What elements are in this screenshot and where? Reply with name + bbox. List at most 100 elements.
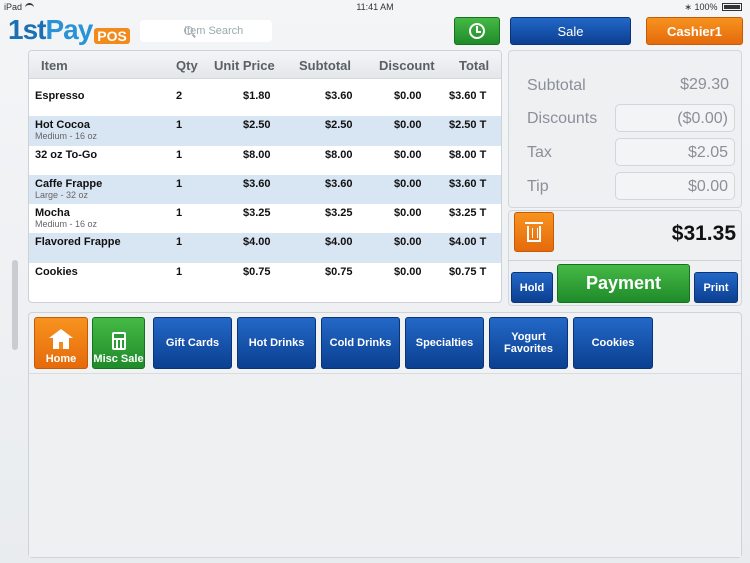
search-input[interactable]: Item Search bbox=[140, 20, 272, 42]
cashier-button[interactable]: Cashier1 bbox=[646, 17, 743, 45]
item-modifier: Medium - 16 oz bbox=[35, 219, 98, 230]
category-yogurt-favorites[interactable]: Yogurt Favorites bbox=[489, 317, 568, 369]
table-row[interactable]: Flavored Frappe 1 $4.00 $4.00 $0.00 $4.0… bbox=[29, 233, 501, 263]
item-qty: 2 bbox=[176, 90, 183, 102]
table-row[interactable]: 32 oz To-Go 1 $8.00 $8.00 $0.00 $8.00 T bbox=[29, 146, 501, 175]
item-name: Hot Cocoa bbox=[35, 119, 90, 132]
yogurt-favorites-label: Yogurt Favorites bbox=[504, 331, 553, 355]
col-discount: Discount bbox=[379, 58, 435, 73]
item-name: Cookies bbox=[35, 265, 78, 278]
totals-panel: Subtotal $29.30 Discounts ($0.00) Tax $2… bbox=[508, 50, 742, 208]
tip-field[interactable]: $0.00 bbox=[615, 172, 735, 200]
item-name: Caffe Frappe bbox=[35, 177, 103, 190]
logo-one: 1st bbox=[8, 14, 46, 45]
logo-pay: Pay bbox=[45, 14, 93, 45]
logo-pos: POS bbox=[94, 28, 130, 44]
misc-sale-button[interactable]: Misc Sale bbox=[92, 317, 145, 369]
table-row[interactable]: Caffe Frappe Large - 32 oz 1 $3.60 $3.60… bbox=[29, 174, 501, 205]
col-subtotal: Subtotal bbox=[299, 58, 351, 73]
bluetooth-icon: ∗ bbox=[684, 2, 692, 12]
category-specialties[interactable]: Specialties bbox=[405, 317, 484, 369]
item-discount: $0.00 bbox=[394, 265, 422, 278]
item-name: Flavored Frappe bbox=[35, 236, 121, 249]
item-total: $3.25 T bbox=[449, 207, 487, 220]
col-qty: Qty bbox=[176, 58, 198, 73]
item-name: 32 oz To-Go bbox=[35, 148, 98, 161]
item-subtotal: $2.50 bbox=[325, 119, 353, 132]
item-discount: $0.00 bbox=[394, 119, 422, 132]
item-subtotal: $3.60 bbox=[325, 177, 353, 190]
item-qty: 1 bbox=[176, 119, 183, 132]
divider bbox=[508, 260, 742, 261]
tip-label: Tip bbox=[527, 178, 549, 195]
sale-button[interactable]: Sale bbox=[510, 17, 631, 45]
item-unit-price: $0.75 bbox=[243, 265, 271, 278]
item-total: $3.60 T bbox=[449, 177, 487, 190]
calculator-icon bbox=[111, 332, 126, 350]
hold-button[interactable]: Hold bbox=[511, 272, 553, 303]
item-qty: 1 bbox=[176, 177, 183, 190]
time-clock-button[interactable] bbox=[454, 17, 500, 45]
col-item: Item bbox=[41, 58, 68, 73]
category-cookies[interactable]: Cookies bbox=[573, 317, 653, 369]
item-total: $8.00 T bbox=[449, 148, 487, 161]
tip-row: Tip $0.00 bbox=[527, 172, 735, 200]
item-modifier: Medium - 16 oz bbox=[35, 131, 98, 142]
item-total: $0.75 T bbox=[449, 265, 487, 278]
item-total: $4.00 T bbox=[449, 236, 487, 249]
subtotal-label: Subtotal bbox=[527, 77, 586, 94]
item-unit-price: $3.60 bbox=[243, 177, 271, 190]
item-subtotal: $8.00 bbox=[325, 148, 353, 161]
clear-order-button[interactable] bbox=[514, 212, 554, 252]
item-discount: $0.00 bbox=[394, 148, 422, 161]
item-subtotal: $3.60 bbox=[325, 90, 353, 102]
tax-field[interactable]: $2.05 bbox=[615, 138, 735, 166]
item-discount: $0.00 bbox=[394, 177, 422, 190]
col-unit-price: Unit Price bbox=[214, 58, 275, 73]
clock-icon bbox=[469, 23, 485, 39]
item-total: $2.50 T bbox=[449, 119, 487, 132]
discounts-field[interactable]: ($0.00) bbox=[615, 104, 735, 132]
tax-row: Tax $2.05 bbox=[527, 138, 735, 166]
category-hot-drinks[interactable]: Hot Drinks bbox=[237, 317, 316, 369]
item-subtotal: $4.00 bbox=[325, 236, 353, 249]
trash-icon bbox=[525, 222, 543, 242]
item-name: Mocha bbox=[35, 207, 70, 220]
search-icon bbox=[184, 26, 193, 35]
status-right: ∗ 100% bbox=[684, 2, 742, 13]
app-logo: 1st Pay POS bbox=[8, 14, 130, 46]
home-icon bbox=[49, 329, 73, 349]
item-qty: 1 bbox=[176, 207, 183, 220]
item-total: $3.60 T bbox=[449, 90, 487, 102]
table-row[interactable]: Espresso 2 $1.80 $3.60 $0.00 $3.60 T bbox=[29, 87, 501, 116]
item-discount: $0.00 bbox=[394, 207, 422, 220]
subtotal-row: Subtotal $29.30 bbox=[527, 71, 735, 99]
payment-button[interactable]: Payment bbox=[557, 264, 690, 303]
item-qty: 1 bbox=[176, 148, 183, 161]
misc-sale-label: Misc Sale bbox=[93, 353, 144, 365]
item-modifier: Large - 32 oz bbox=[35, 189, 89, 200]
side-handle[interactable] bbox=[12, 260, 18, 350]
table-row[interactable]: Mocha Medium - 16 oz 1 $3.25 $3.25 $0.00… bbox=[29, 204, 501, 233]
item-unit-price: $2.50 bbox=[243, 119, 271, 132]
item-discount: $0.00 bbox=[394, 236, 422, 249]
table-row[interactable]: Cookies 1 $0.75 $0.75 $0.00 $0.75 T bbox=[29, 263, 501, 292]
discounts-label: Discounts bbox=[527, 110, 598, 127]
print-button[interactable]: Print bbox=[694, 272, 738, 303]
category-cold-drinks[interactable]: Cold Drinks bbox=[321, 317, 400, 369]
item-subtotal: $3.25 bbox=[325, 207, 353, 220]
category-gift-cards[interactable]: Gift Cards bbox=[153, 317, 232, 369]
item-unit-price: $1.80 bbox=[243, 90, 271, 102]
home-button[interactable]: Home bbox=[34, 317, 88, 369]
table-row[interactable]: Hot Cocoa Medium - 16 oz 1 $2.50 $2.50 $… bbox=[29, 116, 501, 146]
item-name: Espresso bbox=[35, 90, 85, 102]
item-qty: 1 bbox=[176, 265, 183, 278]
item-unit-price: $3.25 bbox=[243, 207, 271, 220]
col-total: Total bbox=[459, 58, 490, 73]
order-table: Item Qty Unit Price Subtotal Discount To… bbox=[28, 50, 502, 303]
table-rows: Espresso 2 $1.80 $3.60 $0.00 $3.60 T Hot… bbox=[29, 87, 501, 292]
item-unit-price: $4.00 bbox=[243, 236, 271, 249]
status-bar: iPad 11:41 AM ∗ 100% bbox=[0, 0, 750, 14]
subtotal-value: $29.30 bbox=[680, 76, 729, 93]
tax-label: Tax bbox=[527, 144, 552, 161]
